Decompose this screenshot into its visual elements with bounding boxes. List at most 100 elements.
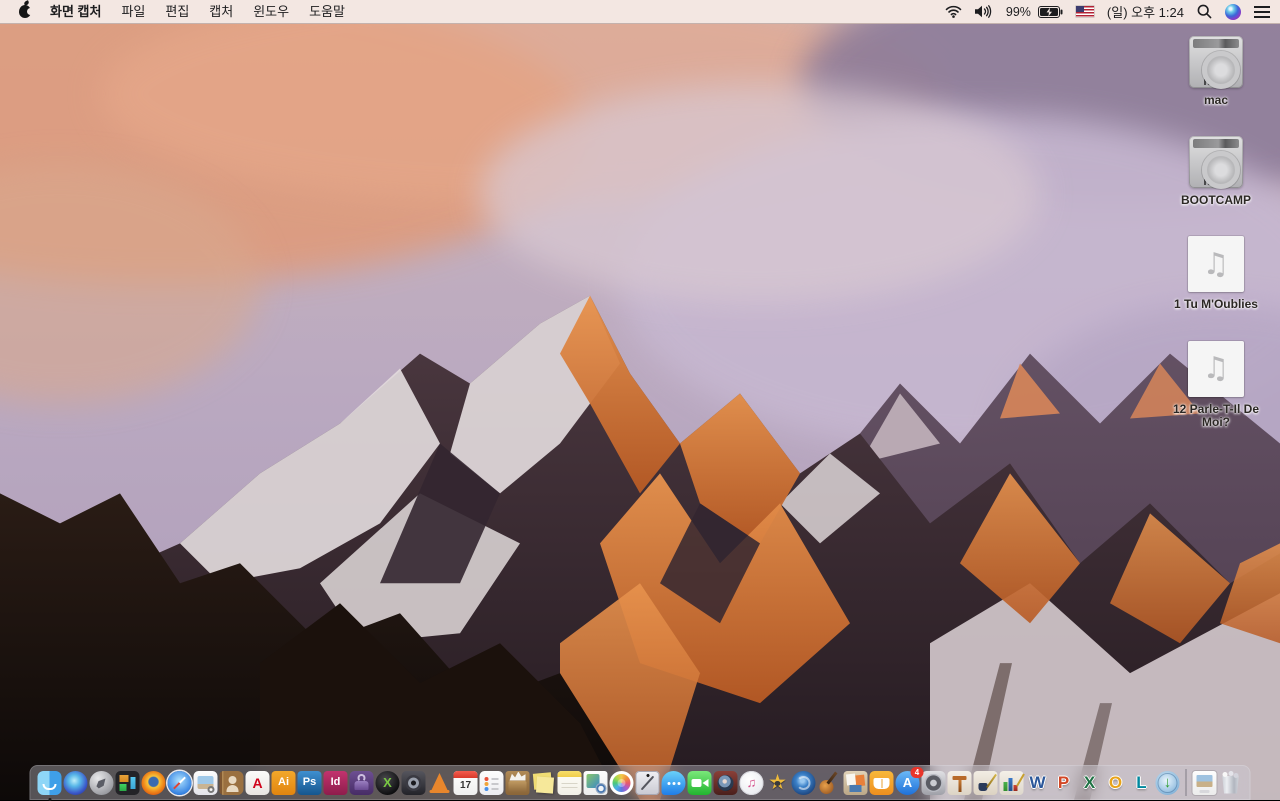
dock-item-glyph: Ps: [302, 776, 317, 788]
dock-item-glyph: ↓: [1163, 774, 1172, 791]
dock-item-xld[interactable]: X: [375, 770, 400, 795]
dock-item-photoshop[interactable]: Ps: [297, 770, 322, 795]
dock-item-unarchiver[interactable]: [505, 770, 530, 795]
dock-item-word[interactable]: W: [1026, 771, 1050, 795]
dock-item-outlook[interactable]: O: [1104, 771, 1128, 795]
dock-item-mission-control[interactable]: [115, 770, 140, 795]
desktop-icon-art: [1189, 136, 1243, 190]
dock-item-powerpoint[interactable]: P: [1052, 771, 1076, 795]
dock-item-contacts[interactable]: [219, 770, 244, 795]
dock-item-glyph: Ai: [278, 776, 289, 788]
dock-item-reminders[interactable]: [479, 770, 504, 795]
dock-item-itunes[interactable]: ♫: [739, 770, 764, 795]
desktop-icon-art: [1189, 36, 1243, 89]
notification-center-icon[interactable]: [1254, 5, 1270, 18]
dock-item-glyph: O: [1108, 773, 1123, 792]
dock-item-glyph: ♫: [746, 775, 757, 790]
dock-item-toast[interactable]: [349, 770, 374, 795]
dock-item-photos[interactable]: [609, 770, 634, 795]
battery-charging-icon[interactable]: [1037, 5, 1063, 18]
dock-item-system-preferences[interactable]: [921, 770, 946, 795]
dock-item-downloader[interactable]: ↓: [1155, 770, 1180, 795]
dock-item-preview[interactable]: [193, 770, 218, 795]
menu-edit[interactable]: 편집: [155, 0, 199, 23]
dock-item-pages[interactable]: [973, 770, 998, 795]
desktop-icon-mac[interactable]: mac: [1189, 36, 1243, 107]
dock-item-imovie[interactable]: ★: [766, 771, 790, 795]
menu-bar-status: 99% (일) 오후 1:24: [945, 0, 1280, 23]
dock-item-acrobat[interactable]: A: [245, 770, 270, 795]
desktop-icon-label: BOOTCAMP: [1181, 193, 1251, 208]
dock-item-facetime[interactable]: [687, 770, 712, 795]
desktop-icon-parle-t-il-de-moi[interactable]: 12 Parle-T-Il De Moi?: [1166, 340, 1266, 429]
wifi-icon[interactable]: [945, 5, 962, 18]
battery-percent: 99%: [1005, 4, 1031, 19]
dock-item-glyph: W: [1029, 773, 1046, 792]
dock-files: [1192, 770, 1244, 795]
wallpaper-sierra-mountain: [0, 24, 1280, 800]
dock-item-dvd-player[interactable]: [791, 770, 816, 795]
dock-item-glyph: A: [902, 775, 913, 790]
desktop-icon-art: [1187, 236, 1244, 293]
desktop-icon-label: mac: [1203, 93, 1229, 107]
dock-item-launchpad[interactable]: [89, 770, 114, 795]
dock-item-garageband[interactable]: [818, 771, 842, 795]
menu-app[interactable]: 화면 캡처: [38, 0, 111, 23]
dock-item-badge: 4: [910, 766, 924, 778]
desktop-icon-bootcamp[interactable]: BOOTCAMP: [1181, 136, 1251, 207]
dock-item-trash[interactable]: [1219, 771, 1243, 795]
dock-item-glyph: Id: [330, 776, 341, 788]
dock-apps: A Ai Ps Id X 17 ♫ ★ A 4 W P X O L ↓: [37, 766, 1181, 801]
input-source-us-flag-icon[interactable]: [1075, 6, 1094, 17]
dock-item-keynote[interactable]: [947, 770, 972, 795]
menu-clock[interactable]: (일) 오후 1:24: [1107, 2, 1184, 21]
dock-item-indesign[interactable]: Id: [323, 770, 348, 795]
spotlight-search-icon[interactable]: [1197, 4, 1212, 19]
dock: A Ai Ps Id X 17 ♫ ★ A 4 W P X O L ↓: [29, 765, 1251, 801]
menu-bar: 화면 캡처 파일 편집 캡처 윈도우 도움말 99% (일) 오후 1:24: [0, 0, 1280, 24]
dock-item-finder[interactable]: [37, 770, 62, 801]
dock-item-calendar[interactable]: 17: [453, 770, 478, 795]
dock-item-glyph: X: [1083, 773, 1096, 792]
dock-item-safari[interactable]: [167, 770, 192, 795]
desktop-screen: 화면 캡처 파일 편집 캡처 윈도우 도움말 99% (일) 오후 1:24 m…: [0, 0, 1280, 801]
menu-capture[interactable]: 캡처: [199, 0, 243, 23]
menu-file[interactable]: 파일: [111, 0, 155, 23]
dock-item-excel[interactable]: X: [1078, 771, 1102, 795]
siri-icon[interactable]: [1225, 3, 1241, 20]
dock-item-messages[interactable]: [661, 770, 686, 795]
dock-item-disc-app[interactable]: [401, 770, 426, 795]
dock-item-illustrator[interactable]: Ai: [271, 770, 296, 795]
dock-item-lync[interactable]: L: [1130, 771, 1154, 795]
desktop-icon-label: 1 Tu M'Oublies: [1174, 297, 1258, 312]
dock-item-numbers[interactable]: [999, 770, 1024, 795]
app-menus: 화면 캡처 파일 편집 캡처 윈도우 도움말: [38, 0, 355, 23]
apple-menu-icon[interactable]: [12, 0, 38, 23]
dock-item-collage[interactable]: [843, 770, 868, 795]
dock-item-siri[interactable]: [63, 770, 88, 795]
dock-item-glyph: L: [1136, 773, 1147, 792]
dock-item-glyph: X: [383, 775, 392, 790]
desktop-icon-column: mac BOOTCAMP 1 Tu M'Oublies 12 Parle-T-I…: [1166, 36, 1266, 458]
dock-item-ibooks[interactable]: [869, 770, 894, 795]
dock-item-jpg-document[interactable]: [1192, 770, 1217, 795]
volume-icon[interactable]: [974, 5, 993, 18]
dock-item-glyph: 17: [459, 779, 472, 791]
dock-item-photo-booth[interactable]: [713, 770, 738, 795]
dock-item-firefox[interactable]: [141, 770, 166, 795]
dock-divider: [1185, 769, 1187, 796]
dock-item-app-store[interactable]: A 4: [895, 766, 924, 795]
dock-item-glyph: ★: [768, 771, 787, 794]
dock-item-document-seal[interactable]: [583, 770, 608, 795]
desktop-icon-tu-moublies[interactable]: 1 Tu M'Oublies: [1174, 236, 1258, 311]
desktop-icon-label: 12 Parle-T-Il De Moi?: [1172, 401, 1260, 429]
menu-bar-left: 화면 캡처 파일 편집 캡처 윈도우 도움말: [0, 0, 355, 23]
menu-window[interactable]: 윈도우: [243, 0, 299, 23]
dock-item-stickies[interactable]: [532, 771, 556, 795]
dock-item-vlc[interactable]: [428, 771, 452, 795]
menu-help[interactable]: 도움말: [299, 0, 355, 23]
dock-item-glyph: P: [1057, 773, 1070, 792]
dock-item-grab[interactable]: [635, 770, 660, 795]
dock-item-notes[interactable]: [557, 770, 582, 795]
dock-item-glyph: A: [252, 774, 263, 791]
